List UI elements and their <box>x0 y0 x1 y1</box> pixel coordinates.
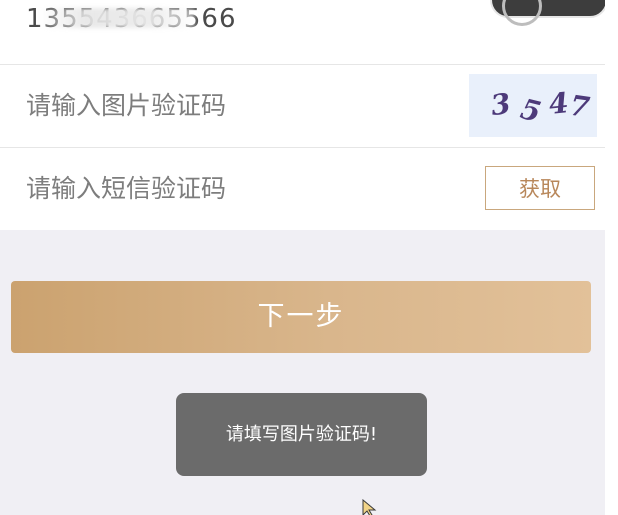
captcha-image[interactable]: 3 5 4 7 <box>469 74 597 137</box>
floating-assist-icon[interactable] <box>490 0 605 26</box>
get-sms-code-button[interactable]: 获取 <box>485 166 595 210</box>
image-captcha-row: 请输入图片验证码 3 5 4 7 <box>0 65 605 148</box>
sms-code-row: 请输入短信验证码 获取 <box>0 148 605 230</box>
sms-code-input[interactable]: 请输入短信验证码 <box>26 172 226 206</box>
phone-blur-mask <box>40 8 195 28</box>
captcha-char: 7 <box>567 88 592 125</box>
captcha-char: 4 <box>547 86 571 121</box>
screen-edge <box>605 0 618 515</box>
captcha-char: 5 <box>517 92 545 129</box>
toast-message: 请填写图片验证码! <box>176 393 427 476</box>
image-captcha-input[interactable]: 请输入图片验证码 <box>26 89 226 123</box>
next-step-button[interactable]: 下一步 <box>11 281 591 353</box>
captcha-char: 3 <box>488 86 513 123</box>
arrow-cursor-icon <box>362 498 380 515</box>
register-screen: 135543665566 请输入图片验证码 3 5 4 7 请输入短信验证码 获… <box>0 0 605 515</box>
